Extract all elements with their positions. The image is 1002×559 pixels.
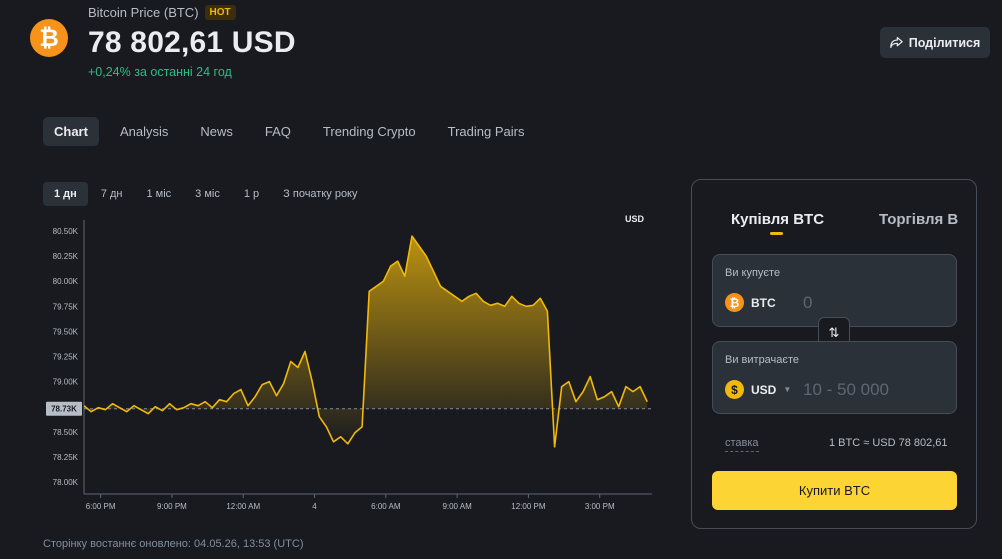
x-tick-label: 4: [312, 502, 317, 511]
y-tick-label: 79.50K: [53, 327, 79, 336]
tab-trading-pairs[interactable]: Trading Pairs: [437, 117, 536, 146]
tab-trending-crypto[interactable]: Trending Crypto: [312, 117, 427, 146]
spend-currency-label: USD: [751, 382, 777, 397]
pair-title: Bitcoin Price (BTC) HOT: [88, 5, 236, 20]
range-1m[interactable]: 1 міс: [135, 182, 182, 206]
rate-value: 1 BTC ≈ USD 78 802,61: [829, 437, 948, 449]
spend-label: Ви витрачаєте: [725, 354, 800, 366]
current-price: 78 802,61 USD: [88, 26, 296, 59]
y-tick-label: 80.25K: [53, 252, 79, 261]
rate-label[interactable]: ставка: [725, 437, 759, 452]
share-icon: [889, 37, 903, 48]
trade-panel: Купівля BTC Торгівля В Ви купуєте ₿ BTC …: [691, 179, 977, 529]
section-tabs: Chart Analysis News FAQ Trending Crypto …: [43, 117, 545, 146]
price-line: [83, 235, 648, 448]
btc-icon: ₿: [725, 293, 744, 312]
x-tick-label: 6:00 AM: [371, 502, 401, 511]
pair-title-text: Bitcoin Price (BTC): [88, 5, 199, 20]
y-tick-label: 79.00K: [53, 378, 79, 387]
active-tab-indicator: [770, 232, 783, 235]
price-change: +0,24% за останні 24 год: [88, 65, 232, 79]
buy-label: Ви купуєте: [725, 267, 781, 279]
tab-analysis[interactable]: Analysis: [109, 117, 179, 146]
share-button[interactable]: Поділитися: [880, 27, 990, 58]
bitcoin-glyph: ₿: [39, 23, 59, 52]
usd-icon: $: [725, 380, 744, 399]
buy-currency: ₿ BTC: [725, 293, 776, 312]
range-1y[interactable]: 1 р: [233, 182, 270, 206]
x-tick-label: 9:00 PM: [157, 502, 187, 511]
bitcoin-logo-icon: ₿: [30, 19, 68, 57]
range-7d[interactable]: 7 дн: [90, 182, 134, 206]
time-range-tabs: 1 дн 7 дн 1 міс 3 міс 1 р З початку року: [43, 182, 371, 206]
x-tick-label: 3:00 PM: [585, 502, 615, 511]
buy-btc-button[interactable]: Купити BTC: [712, 471, 957, 510]
range-ytd[interactable]: З початку року: [272, 182, 368, 206]
reference-label: 78.73K: [51, 405, 77, 414]
last-updated: Сторінку востаннє оновлено: 04.05.26, 13…: [43, 538, 304, 550]
x-tick-label: 12:00 AM: [226, 502, 260, 511]
y-tick-label: 79.25K: [53, 353, 79, 362]
spend-amount-input[interactable]: 10 - 50 000: [803, 380, 889, 400]
y-tick-label: 80.00K: [53, 277, 79, 286]
price-area-fill: [84, 236, 648, 447]
tab-trade[interactable]: Торгівля В: [879, 211, 958, 228]
x-tick-label: 9:00 AM: [442, 502, 472, 511]
y-tick-label: 78.50K: [53, 428, 79, 437]
chevron-down-icon: ▼: [783, 385, 792, 394]
tab-chart[interactable]: Chart: [43, 117, 99, 146]
tab-news[interactable]: News: [189, 117, 244, 146]
tab-buy-btc[interactable]: Купівля BTC: [731, 211, 824, 228]
x-tick-label: 6:00 PM: [86, 502, 116, 511]
y-tick-label: 78.00K: [53, 478, 79, 487]
tab-faq[interactable]: FAQ: [254, 117, 302, 146]
spend-currency-select[interactable]: $ USD ▼: [725, 380, 791, 399]
buy-currency-label: BTC: [751, 295, 776, 310]
share-label: Поділитися: [908, 35, 981, 50]
y-tick-label: 78.25K: [53, 453, 79, 462]
range-3m[interactable]: 3 міс: [184, 182, 231, 206]
y-tick-label: 80.50K: [53, 227, 79, 236]
price-chart[interactable]: USD78.00K78.25K78.50K78.75K79.00K79.25K7…: [40, 208, 660, 513]
x-tick-label: 12:00 PM: [511, 502, 546, 511]
spend-amount-box[interactable]: Ви витрачаєте $ USD ▼ 10 - 50 000: [712, 341, 957, 414]
hot-badge: HOT: [204, 5, 236, 20]
y-tick-label: 79.75K: [53, 302, 79, 311]
buy-amount-input[interactable]: 0: [803, 293, 812, 313]
chart-currency-label: USD: [625, 214, 645, 224]
range-1d[interactable]: 1 дн: [43, 182, 88, 206]
